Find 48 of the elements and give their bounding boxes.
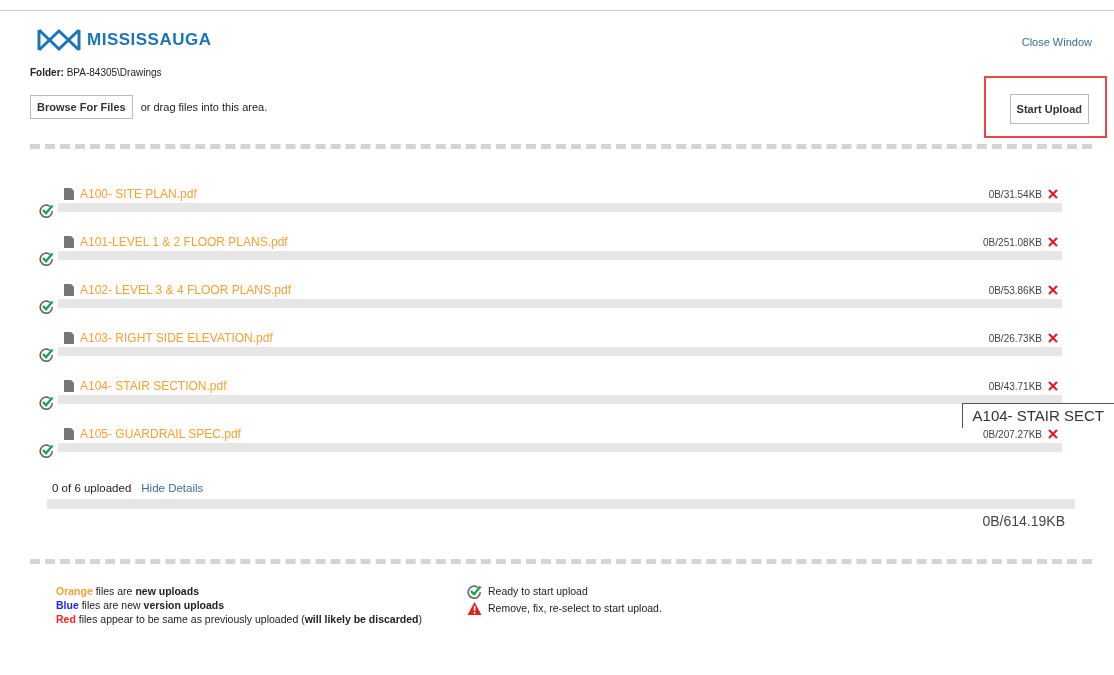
file-size: 0B/31.54KB: [988, 188, 1042, 200]
remove-icon[interactable]: [1048, 381, 1058, 391]
tooltip: A104- STAIR SECT: [961, 403, 1114, 428]
remove-icon[interactable]: [1048, 237, 1058, 247]
file-name: A102- LEVEL 3 & 4 FLOOR PLANS.pdf: [80, 283, 291, 297]
file-size: 0B/43.71KB: [988, 380, 1042, 392]
logo-icon: [37, 27, 81, 53]
file-name: A105- GUARDRAIL SPEC.pdf: [80, 427, 241, 441]
hide-details-link[interactable]: Hide Details: [141, 482, 204, 494]
check-circle-icon: [39, 347, 54, 362]
legend-text: Blue files are new version uploads: [56, 598, 226, 612]
file-name: A101-LEVEL 1 & 2 FLOOR PLANS.pdf: [80, 235, 288, 249]
legend-text: Orange files are new uploads: [56, 584, 200, 598]
remove-icon[interactable]: [1048, 429, 1058, 439]
check-circle-icon: [39, 395, 54, 410]
close-window-link[interactable]: Close Window: [1021, 36, 1092, 48]
check-circle-icon: [39, 251, 54, 266]
browse-button[interactable]: Browse For Files: [30, 95, 133, 119]
file-icon: [64, 428, 74, 440]
legend-text: Ready to start upload: [487, 584, 588, 599]
file-size: 0B/26.73KB: [988, 332, 1042, 344]
file-name: A103- RIGHT SIDE ELEVATION.pdf: [80, 331, 273, 345]
file-icon: [64, 380, 74, 392]
remove-icon[interactable]: [1048, 285, 1058, 295]
file-name: A100- SITE PLAN.pdf: [80, 187, 197, 201]
logo-text: MISSISSAUGA: [87, 30, 212, 50]
file-size: 0B/53.86KB: [988, 284, 1042, 296]
drag-hint: or drag files into this area.: [140, 101, 268, 113]
file-size: 0B/207.27KB: [983, 428, 1042, 440]
file-icon: [64, 284, 74, 296]
upload-count: 0 of 6 uploaded: [52, 482, 132, 494]
start-upload-button[interactable]: Start Upload: [1009, 94, 1089, 124]
check-circle-icon: [39, 299, 54, 314]
check-circle-icon: [466, 584, 482, 599]
check-circle-icon: [39, 203, 54, 218]
warning-icon: [466, 601, 482, 616]
check-circle-icon: [39, 443, 54, 458]
file-icon: [64, 188, 74, 200]
remove-icon[interactable]: [1048, 333, 1058, 343]
file-icon: [64, 332, 74, 344]
file-size: 0B/251.08KB: [983, 236, 1042, 248]
folder-path: Folder: BPA-84305\Drawings: [30, 67, 163, 78]
remove-icon[interactable]: [1048, 189, 1058, 199]
legend-text: Red files appear to be same as previously uploaded (will likely be discarded): [56, 612, 422, 626]
file-name: A104- STAIR SECTION.pdf: [80, 379, 227, 393]
total-size: 0B/614.19KB: [981, 513, 1066, 529]
file-icon: [64, 236, 74, 248]
legend-text: Remove, fix, re-select to start upload.: [487, 601, 662, 616]
